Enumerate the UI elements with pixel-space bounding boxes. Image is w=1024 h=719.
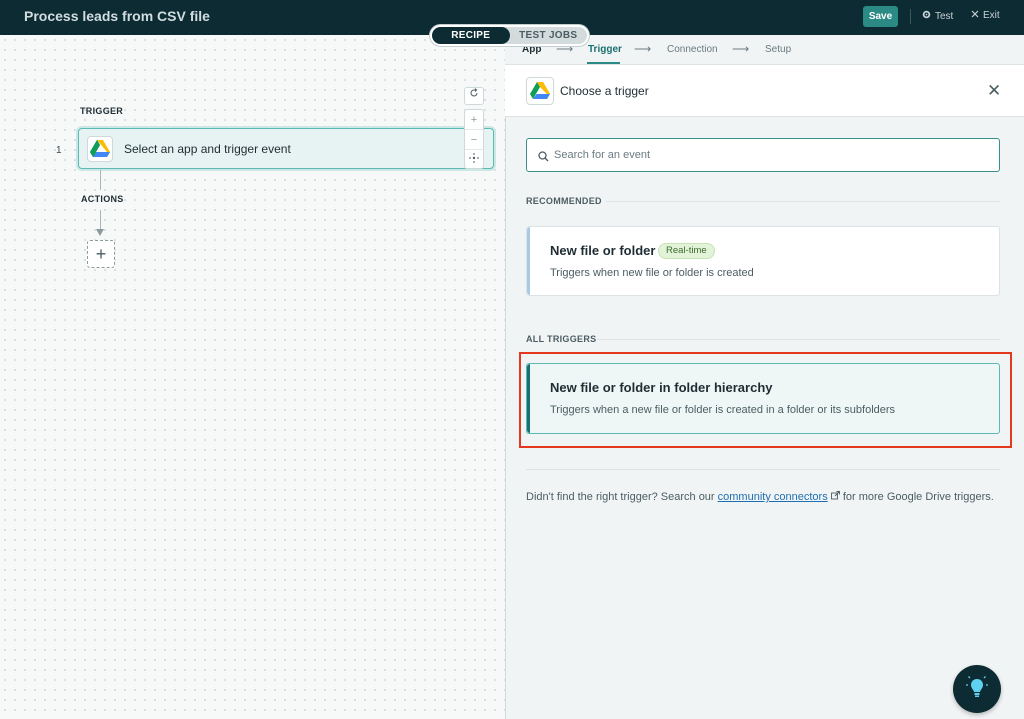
- lightbulb-help-button[interactable]: [953, 665, 1001, 713]
- mode-toggle: RECIPE TEST JOBS: [430, 25, 589, 46]
- active-step-indicator: [587, 62, 620, 64]
- external-link-icon: [828, 491, 840, 503]
- trigger-option-title: New file or folder: [550, 243, 656, 258]
- test-label: Test: [935, 10, 954, 22]
- arrow-right-icon: ⟶: [732, 42, 750, 56]
- google-drive-icon: [526, 77, 554, 105]
- trigger-card-text: Select an app and trigger event: [124, 142, 291, 156]
- zoom-in-button[interactable]: +: [465, 110, 483, 130]
- exit-label: Exit: [983, 10, 1000, 21]
- community-connectors-link[interactable]: community connectors: [718, 491, 828, 503]
- all-triggers-label: ALL TRIGGERS: [526, 334, 597, 344]
- arrow-down-icon: [96, 229, 104, 236]
- footer-text-before: Didn't find the right trigger? Search ou…: [526, 491, 718, 503]
- footer-help-text: Didn't find the right trigger? Search ou…: [526, 488, 1000, 506]
- trigger-option-card[interactable]: New file or folder Real-time Triggers wh…: [526, 226, 1000, 296]
- exit-button[interactable]: Exit: [971, 10, 1000, 21]
- zoom-out-button[interactable]: −: [465, 130, 483, 150]
- flow-connector: [100, 170, 101, 190]
- recipe-title[interactable]: Process leads from CSV file: [24, 8, 210, 24]
- wizard-step-trigger[interactable]: Trigger: [588, 44, 622, 55]
- zoom-group: + −: [464, 109, 484, 169]
- section-divider: [597, 339, 1000, 340]
- fit-to-screen-icon[interactable]: [465, 150, 483, 170]
- gear-icon: [922, 10, 931, 22]
- reset-view-icon[interactable]: [464, 87, 484, 105]
- panel-header: Choose a trigger ✕: [505, 65, 1024, 117]
- trigger-section-label: TRIGGER: [80, 106, 124, 116]
- footer-text-after: for more Google Drive triggers.: [839, 491, 994, 503]
- close-icon: [971, 10, 979, 21]
- event-search-field[interactable]: [526, 138, 1000, 172]
- step-number: 1: [56, 145, 62, 156]
- lightbulb-icon: [964, 674, 990, 705]
- footer-divider: [526, 469, 1000, 470]
- search-icon: [538, 149, 549, 167]
- tab-test-jobs[interactable]: TEST JOBS: [510, 27, 588, 44]
- actions-section-label: ACTIONS: [81, 194, 124, 204]
- highlight-annotation: [519, 352, 1012, 448]
- trigger-step-card[interactable]: Select an app and trigger event: [78, 128, 494, 169]
- realtime-badge: Real-time: [658, 243, 715, 259]
- arrow-right-icon: ⟶: [634, 42, 652, 56]
- tab-recipe[interactable]: RECIPE: [432, 27, 510, 44]
- google-drive-icon: [87, 136, 113, 162]
- trigger-option-description: Triggers when new file or folder is crea…: [550, 267, 754, 279]
- header-divider: [910, 9, 911, 24]
- wizard-step-setup[interactable]: Setup: [765, 44, 791, 55]
- panel-title: Choose a trigger: [560, 84, 649, 98]
- test-button[interactable]: Test: [922, 10, 953, 22]
- wizard-step-connection[interactable]: Connection: [667, 44, 718, 55]
- event-search-input[interactable]: [554, 146, 984, 164]
- recommended-label: RECOMMENDED: [526, 196, 602, 206]
- flow-connector: [100, 210, 101, 230]
- save-button[interactable]: Save: [863, 6, 898, 27]
- section-divider: [606, 201, 1000, 202]
- close-panel-icon[interactable]: ✕: [987, 81, 1001, 101]
- add-step-button[interactable]: +: [87, 240, 115, 268]
- card-accent: [527, 227, 530, 295]
